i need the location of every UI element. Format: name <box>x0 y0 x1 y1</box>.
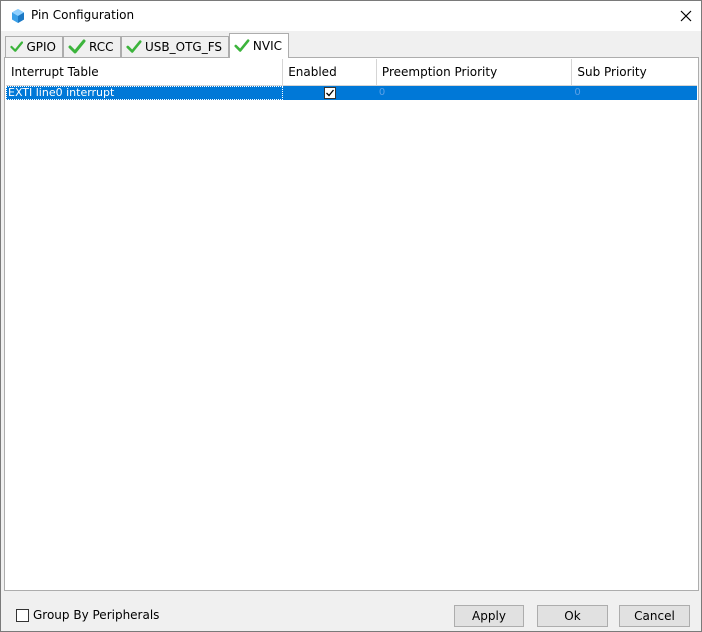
app-cube-icon <box>10 8 26 24</box>
cancel-button[interactable]: Cancel <box>619 605 690 627</box>
tab-rcc[interactable]: RCC <box>63 36 121 57</box>
nvic-panel: Interrupt Table Enabled Preemption Prior… <box>4 57 699 591</box>
pin-configuration-dialog: Pin Configuration GPIO RCC USB_OTG_FS NV… <box>0 0 702 632</box>
enabled-checkbox[interactable] <box>324 87 337 99</box>
tab-label: GPIO <box>26 40 56 54</box>
tab-label: NVIC <box>252 39 282 53</box>
green-check-icon <box>10 41 24 52</box>
group-by-peripherals-checkbox[interactable] <box>16 609 29 622</box>
checkmark-icon <box>326 89 335 97</box>
green-check-icon <box>234 39 250 52</box>
tab-label: USB_OTG_FS <box>144 40 222 54</box>
ok-button[interactable]: Ok <box>537 605 608 627</box>
interrupt-table: Interrupt Table Enabled Preemption Prior… <box>6 59 697 589</box>
column-header-enabled[interactable]: Enabled <box>283 59 377 85</box>
close-button[interactable] <box>671 1 701 31</box>
table-row[interactable]: EXTI line0 interrupt 0 0 <box>6 86 697 100</box>
table-header: Interrupt Table Enabled Preemption Prior… <box>6 59 697 86</box>
window-title: Pin Configuration <box>31 8 135 22</box>
column-header-preemption-priority[interactable]: Preemption Priority <box>377 59 573 85</box>
green-check-icon <box>68 39 86 54</box>
apply-button[interactable]: Apply <box>454 605 524 627</box>
interrupt-name-cell[interactable]: EXTI line0 interrupt <box>6 86 284 100</box>
title-bar: Pin Configuration <box>1 1 701 31</box>
preemption-priority-cell[interactable]: 0 <box>377 86 572 100</box>
close-icon <box>680 10 692 22</box>
tab-label: RCC <box>89 40 114 54</box>
enabled-cell[interactable] <box>283 86 377 100</box>
sub-priority-cell[interactable]: 0 <box>572 86 697 100</box>
column-header-interrupt-table[interactable]: Interrupt Table <box>6 59 284 85</box>
group-by-peripherals-label: Group By Peripherals <box>33 608 160 622</box>
tab-nvic[interactable]: NVIC <box>229 33 289 58</box>
tab-usb-otg-fs[interactable]: USB_OTG_FS <box>121 36 229 57</box>
tab-gpio[interactable]: GPIO <box>5 36 63 57</box>
green-check-icon <box>126 40 142 53</box>
column-header-sub-priority[interactable]: Sub Priority <box>572 59 697 85</box>
